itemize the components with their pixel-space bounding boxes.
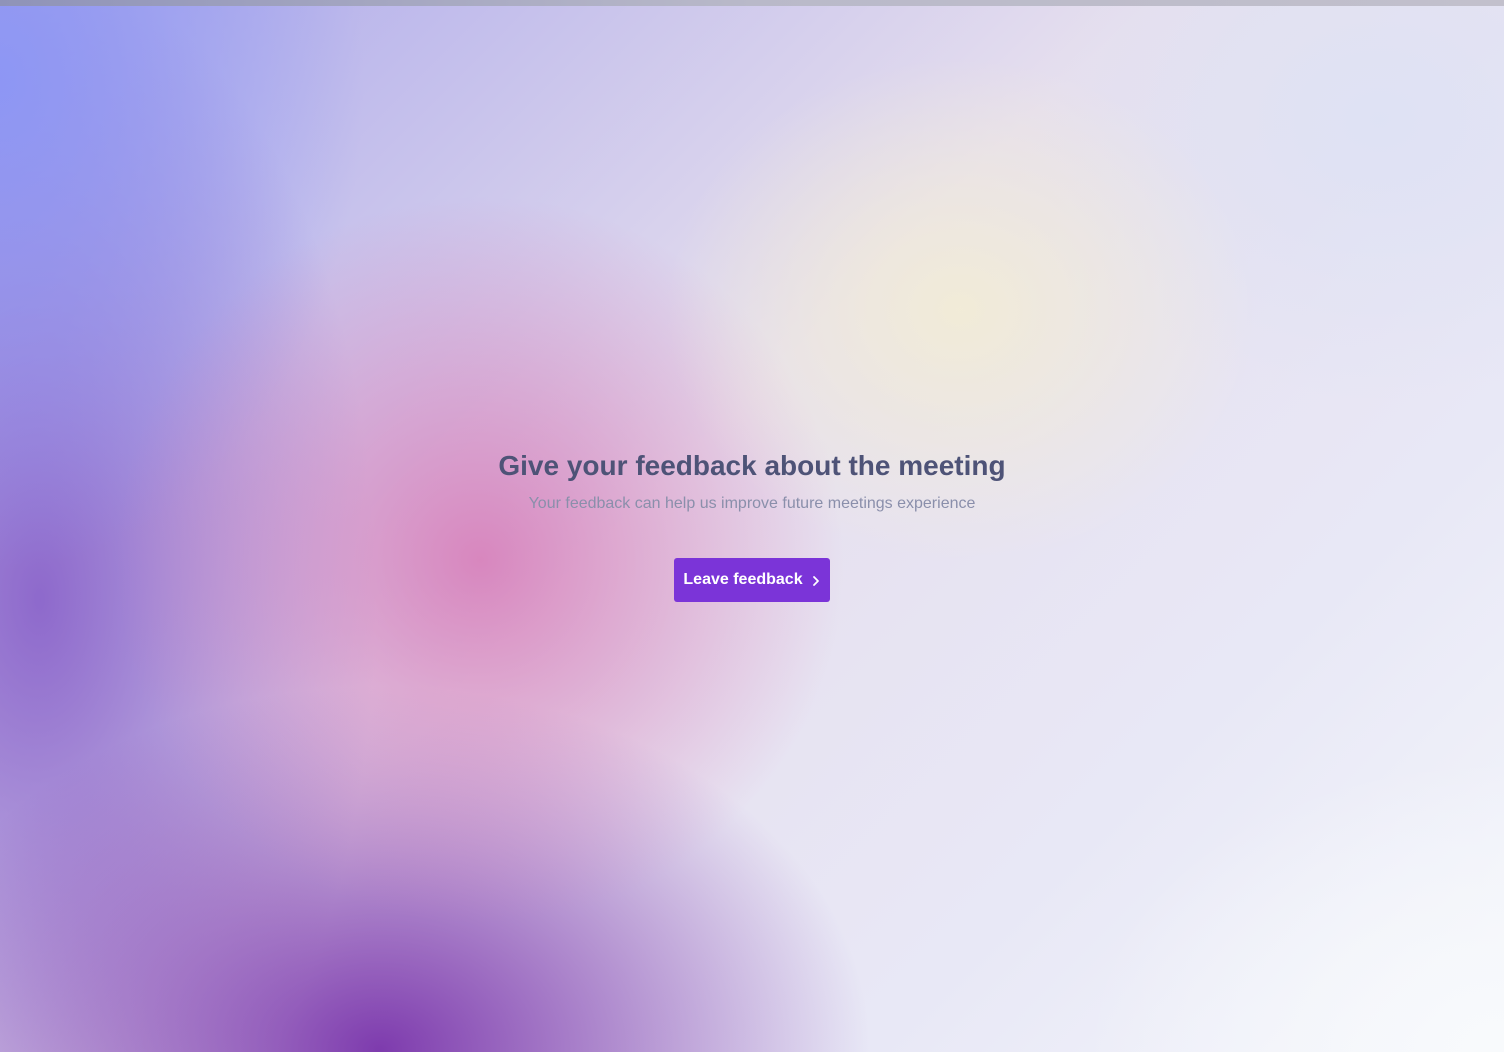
chevron-right-icon — [811, 574, 821, 586]
page-subtitle: Your feedback can help us improve future… — [528, 495, 976, 512]
feedback-prompt: Give your feedback about the meeting You… — [0, 448, 1504, 602]
feedback-page: Give your feedback about the meeting You… — [0, 0, 1504, 1052]
top-bar — [0, 0, 1504, 6]
leave-feedback-label: Leave feedback — [683, 571, 803, 588]
page-title: Give your feedback about the meeting — [498, 450, 1006, 481]
leave-feedback-button[interactable]: Leave feedback — [674, 558, 830, 602]
